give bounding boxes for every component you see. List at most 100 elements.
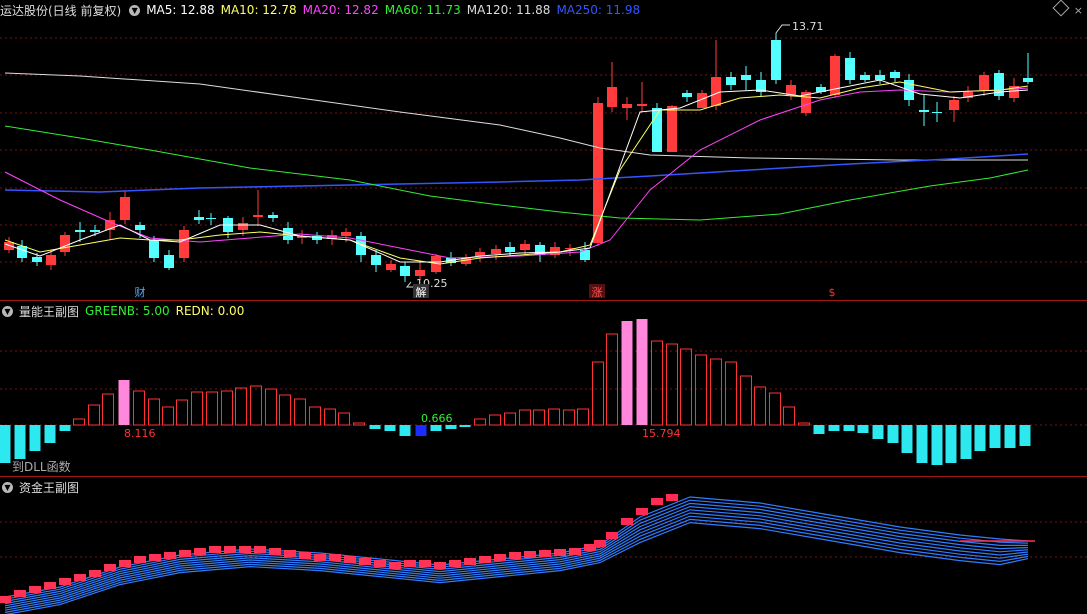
candle-body: [860, 75, 870, 80]
volume-bar: [118, 380, 130, 425]
volume-value-label: 15.794: [642, 427, 681, 440]
ma-label: MA10: 12.78: [220, 3, 297, 17]
volume-king-chart[interactable]: 8.116 0.666 15.794: [0, 301, 1087, 476]
volume-bar: [399, 425, 411, 436]
candle: [550, 242, 560, 258]
main-chart-panel[interactable]: 运达股份(日线 前复权) ▼ MA5: 12.88 MA10: 12.78 MA20…: [0, 0, 1087, 300]
fund-flow-step: [239, 546, 251, 553]
candle-body: [607, 87, 617, 107]
dll-function-label[interactable]: 到DLL函数: [12, 458, 71, 475]
candle-body: [400, 266, 410, 276]
fund-flow-step: [554, 549, 566, 556]
volume-bar: [989, 425, 1001, 448]
volume-bar: [1019, 425, 1031, 446]
capital-king-header: ▼ 资金王副图: [0, 477, 85, 497]
volume-bar: [489, 414, 501, 426]
candle-body: [149, 240, 159, 258]
volume-bar: [945, 425, 957, 463]
fund-flow-step: [209, 546, 221, 553]
volume-bar: [887, 425, 899, 443]
volume-bar: [88, 404, 100, 426]
fund-flow-step: [254, 546, 266, 553]
candlestick-chart[interactable]: 13.7110.25财解涨 $: [0, 0, 1087, 300]
fund-flow-step: [479, 556, 491, 563]
ma-label: MA250: 11.98: [556, 3, 641, 17]
candle-body: [771, 40, 781, 80]
fund-flow-step: [569, 548, 581, 555]
volume-bar: [324, 408, 336, 426]
candle-body: [919, 110, 929, 112]
volume-bar: [369, 425, 381, 429]
redn-value: REDN: 0.00: [175, 304, 245, 318]
candle-body: [711, 77, 721, 106]
fund-flow-step: [359, 558, 371, 565]
volume-bar: [651, 340, 663, 426]
fund-flow-step: [419, 560, 431, 567]
volume-bar: [0, 425, 11, 463]
fund-flow-step: [164, 552, 176, 559]
volume-bar: [563, 409, 575, 426]
candle-body: [415, 270, 425, 276]
candle: [400, 262, 410, 282]
volume-bar: [606, 333, 618, 426]
candle: [253, 190, 263, 226]
chevron-down-icon[interactable]: ▼: [129, 4, 141, 16]
volume-bar: [725, 361, 737, 426]
volume-bar: [206, 391, 218, 426]
volume-bar: [710, 358, 722, 426]
volume-bar: [148, 398, 160, 426]
ma-label: MA5: 12.88: [146, 3, 215, 17]
volume-bar: [680, 348, 692, 426]
fund-flow-step: [314, 554, 326, 561]
volume-bar: [519, 409, 531, 426]
candle-body: [622, 104, 632, 108]
candle: [194, 210, 204, 224]
candle: [120, 190, 130, 224]
fund-flow-step: [89, 570, 101, 577]
fund-flow-step: [29, 586, 41, 593]
fund-flow-step: [509, 552, 521, 559]
candle-body: [179, 230, 189, 258]
candle-body: [979, 75, 989, 90]
volume-bar: [636, 319, 648, 425]
candle: [682, 90, 692, 102]
candle: [875, 70, 885, 84]
volume-bar: [133, 390, 145, 426]
volume-bar: [265, 388, 277, 426]
volume-bar: [279, 394, 291, 426]
volume-king-title: 量能王副图: [19, 304, 80, 319]
capital-king-panel[interactable]: ▼ 资金王副图: [0, 477, 1087, 614]
candle: [164, 250, 174, 270]
candle: [949, 96, 959, 122]
fund-flow-step: [374, 560, 386, 567]
candle: [386, 260, 396, 272]
volume-bar: [73, 418, 85, 426]
capital-king-chart: [0, 494, 1087, 614]
fund-flow-step: [344, 556, 356, 563]
volume-bar: [974, 425, 986, 451]
candle-body: [371, 255, 381, 265]
candle-body: [491, 249, 501, 254]
candle: [637, 82, 647, 112]
candle: [830, 54, 840, 98]
candle: [607, 62, 617, 112]
candle-body: [682, 93, 692, 97]
candle: [520, 240, 530, 256]
candle-body: [505, 247, 515, 252]
candle: [268, 212, 278, 222]
candle-body: [1023, 78, 1033, 82]
volume-bar: [592, 361, 604, 426]
volume-bar: [459, 425, 471, 427]
candle-body: [741, 75, 751, 80]
candle-body: [17, 246, 27, 258]
chevron-down-icon[interactable]: ▼: [2, 305, 13, 317]
chevron-down-icon[interactable]: ▼: [2, 481, 13, 493]
candle: [979, 72, 989, 96]
candle-body: [520, 244, 530, 250]
ma-label: MA20: 12.82: [302, 3, 379, 17]
ma60-line: [4, 125, 1029, 221]
volume-bar: [504, 412, 516, 426]
volume-king-panel[interactable]: ▼ 量能王副图 GREENB: 5.00 REDN: 0.00 8.116 0.6…: [0, 301, 1087, 476]
volume-bar: [872, 425, 884, 439]
volume-bar: [533, 409, 545, 426]
